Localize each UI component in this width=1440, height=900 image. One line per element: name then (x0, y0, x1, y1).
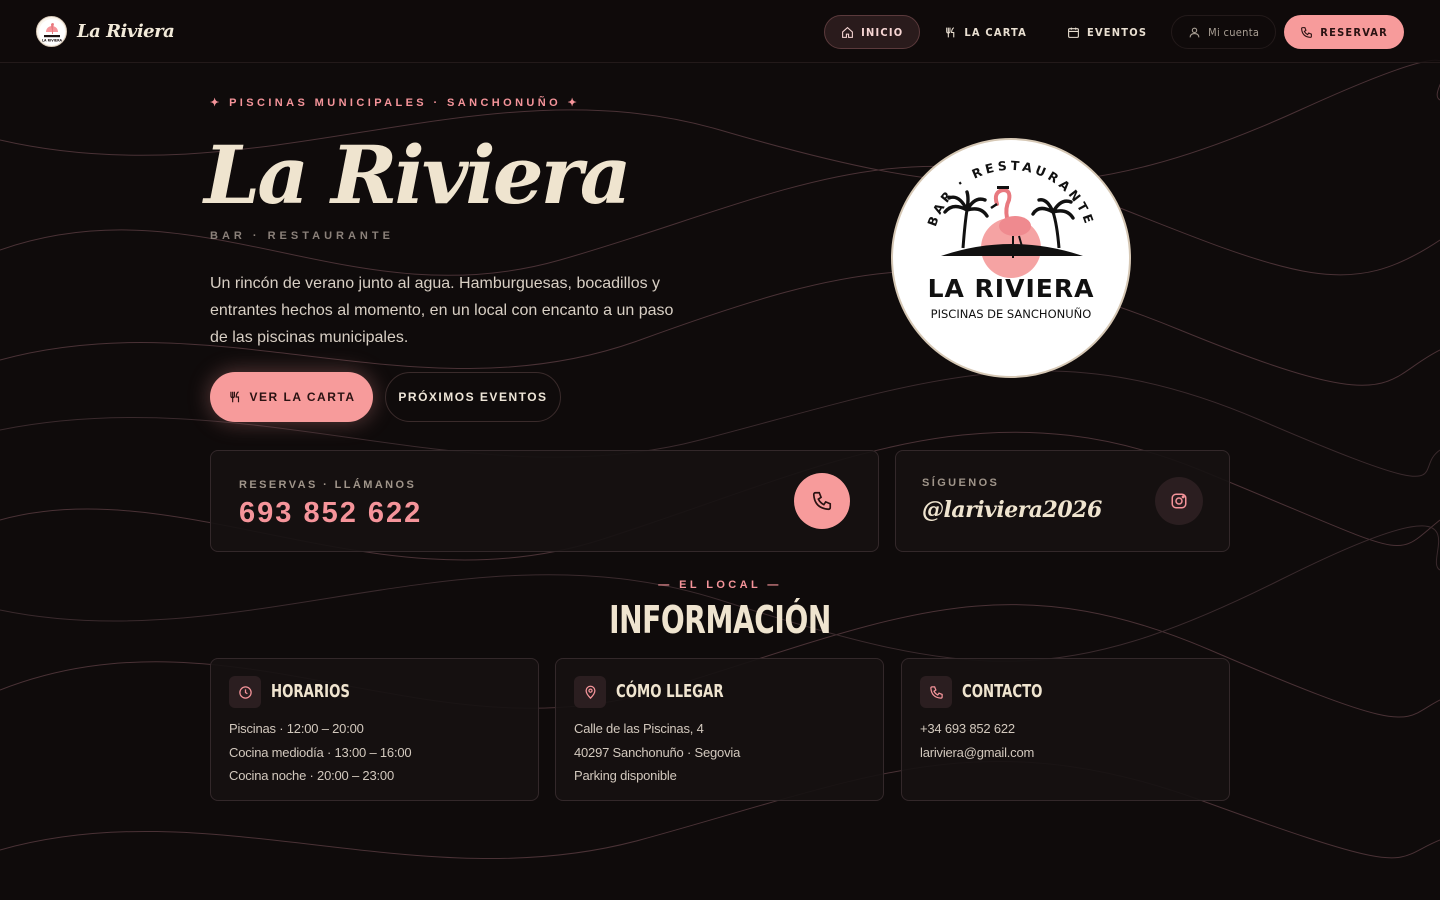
hero-eyebrow: ✦ PISCINAS MUNICIPALES · SANCHONUÑO ✦ (210, 97, 581, 109)
nav-menu-label: LA CARTA (964, 25, 1027, 39)
directions-line: Calle de las Piscinas, 4 (574, 721, 704, 736)
directions-title: CÓMO LLEGAR (616, 681, 724, 702)
upcoming-events-label: PRÓXIMOS EVENTOS (398, 390, 548, 404)
nav-home-label: INICIO (861, 25, 904, 39)
hours-line: Cocina noche · 20:00 – 23:00 (229, 768, 394, 783)
top-nav: LA RIVIERA La Riviera INICIO LA CARTA EV… (0, 0, 1440, 63)
upcoming-events-button[interactable]: PRÓXIMOS EVENTOS (385, 372, 561, 422)
social-card: SÍGUENOS @lariviera2026 (895, 450, 1230, 552)
phone-icon (1301, 26, 1313, 38)
account-button[interactable]: Mi cuenta (1171, 15, 1277, 49)
view-menu-label: VER LA CARTA (249, 390, 356, 404)
reserve-label: RESERVAR (1320, 25, 1388, 39)
hours-card: HORARIOS Piscinas · 12:00 – 20:00 Cocina… (210, 658, 539, 801)
seal-tagline: PISCINAS DE SANCHONUÑO (931, 306, 1092, 321)
nav-home[interactable]: INICIO (824, 15, 921, 49)
directions-line: Parking disponible (574, 768, 677, 783)
nav-menu[interactable]: LA CARTA (928, 15, 1043, 49)
brand[interactable]: LA RIVIERA La Riviera (36, 16, 175, 47)
reservations-card: RESERVAS · LLÁMANOS 693 852 622 (210, 450, 879, 552)
hours-line: Piscinas · 12:00 – 20:00 (229, 721, 364, 736)
home-icon (842, 26, 854, 38)
instagram-icon (1171, 493, 1187, 509)
reservations-label: RESERVAS · LLÁMANOS (239, 479, 417, 491)
instagram-handle[interactable]: @lariviera2026 (922, 497, 1102, 523)
contact-phone[interactable]: +34 693 852 622 (920, 717, 1034, 741)
contact-card: CONTACTO +34 693 852 622 lariviera@gmail… (901, 658, 1230, 801)
hero-description: Un rincón de verano junto al agua. Hambu… (210, 275, 674, 346)
contact-title: CONTACTO (962, 681, 1043, 702)
clock-icon (229, 676, 261, 708)
hero-subtitle: BAR · RESTAURANTE (210, 230, 394, 242)
phone-icon (812, 491, 832, 511)
phone-icon (920, 676, 952, 708)
directions-line: 40297 Sanchonuño · Segovia (574, 744, 741, 760)
map-pin-icon (574, 676, 606, 708)
hero-title: La Riviera (204, 128, 632, 222)
directions-card: CÓMO LLEGAR Calle de las Piscinas, 4 402… (555, 658, 884, 801)
nav-events[interactable]: EVENTOS (1051, 15, 1163, 49)
calendar-icon (1068, 27, 1079, 38)
user-icon (1189, 27, 1200, 37)
contact-email[interactable]: lariviera@gmail.com (920, 741, 1034, 765)
brand-logo: LA RIVIERA (36, 16, 67, 47)
view-menu-button[interactable]: VER LA CARTA (210, 372, 373, 422)
social-label: SÍGUENOS (922, 477, 1000, 489)
utensils-icon (946, 26, 955, 37)
account-label: Mi cuenta (1208, 25, 1260, 39)
call-button[interactable] (794, 473, 850, 529)
brand-name: La Riviera (77, 21, 175, 42)
reserve-button[interactable]: RESERVAR (1284, 15, 1404, 49)
info-eyebrow: — EL LOCAL — (658, 579, 782, 591)
info-title: INFORMACIÓN (609, 598, 831, 642)
nav-events-label: EVENTOS (1086, 25, 1148, 39)
hours-title: HORARIOS (271, 681, 350, 702)
reservations-phone[interactable]: 693 852 622 (239, 497, 422, 530)
hours-line: Cocina mediodía · 13:00 – 16:00 (229, 744, 412, 760)
restaurant-seal-logo: BAR · RESTAURANTE LA RIVIERA PISCINAS DE… (891, 138, 1131, 378)
instagram-button[interactable] (1155, 477, 1203, 525)
utensils-icon (229, 391, 239, 403)
seal-name: LA RIVIERA (928, 274, 1095, 303)
svg-text:LA RIVIERA: LA RIVIERA (42, 38, 63, 42)
